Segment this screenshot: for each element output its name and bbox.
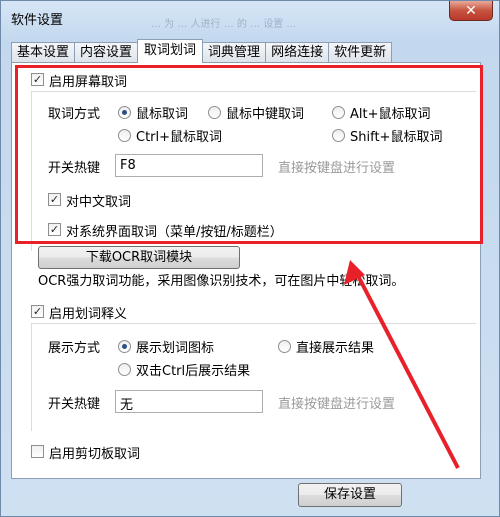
tab-dictionary[interactable]: 词典管理: [202, 42, 267, 63]
display-double-ctrl-label: 双击Ctrl后展示结果: [136, 364, 251, 379]
selection-hotkey-label: 开关热键: [48, 397, 101, 412]
capture-mode-label: 取词方式: [48, 107, 101, 122]
capture-hotkey-input[interactable]: F8: [115, 154, 263, 177]
save-settings-button[interactable]: 保存设置: [298, 483, 402, 507]
tab-panel: ✓ 启用屏幕取词 取词方式 鼠标取词 鼠标中键取词 Alt+鼠标取词 Ctrl+…: [11, 62, 481, 479]
tab-strip: 基本设置 内容设置 取词划词 词典管理 网络连接 软件更新: [11, 39, 393, 63]
ocr-description: OCR强力取词功能，采用图像识别技术，可在图片中轻松取词。: [38, 274, 405, 289]
selection-hotkey-value: 无: [120, 398, 134, 413]
selection-hotkey-input[interactable]: 无: [115, 390, 263, 413]
tab-capture[interactable]: 取词划词: [137, 39, 204, 63]
capture-hotkey-hint: 直接按键盘进行设置: [278, 161, 396, 176]
tab-update[interactable]: 软件更新: [328, 42, 393, 63]
close-icon: ✕: [465, 2, 477, 19]
settings-window: 软件设置 … 为 … 人进行 … 的 … 设置 … ✕ 基本设置 内容设置 取词…: [0, 0, 500, 517]
enable-selection-checkbox[interactable]: ✓: [31, 305, 44, 318]
tab-basic[interactable]: 基本设置: [11, 42, 76, 63]
close-button[interactable]: ✕: [449, 1, 493, 21]
mode-shift-radio[interactable]: [332, 129, 345, 142]
enable-selection-label: 启用划词释义: [49, 307, 128, 322]
selection-hotkey-hint: 直接按键盘进行设置: [278, 397, 396, 412]
tab-content[interactable]: 内容设置: [74, 42, 139, 63]
capture-hotkey-value: F8: [120, 158, 136, 173]
enable-clipboard-checkbox[interactable]: [31, 445, 44, 458]
enable-screen-capture-label: 启用屏幕取词: [49, 75, 128, 90]
display-direct-label: 直接展示结果: [296, 341, 375, 356]
tab-network[interactable]: 网络连接: [265, 42, 330, 63]
title-bar: 软件设置 … 为 … 人进行 … 的 … 设置 … ✕: [1, 1, 499, 35]
capture-hotkey-label: 开关热键: [48, 161, 101, 176]
display-double-ctrl-radio[interactable]: [118, 363, 131, 376]
mode-ctrl-radio[interactable]: [118, 129, 131, 142]
mode-ctrl-label: Ctrl+鼠标取词: [136, 130, 223, 145]
mode-alt-radio[interactable]: [332, 106, 345, 119]
mode-alt-label: Alt+鼠标取词: [350, 107, 431, 122]
mode-shift-label: Shift+鼠标取词: [350, 130, 443, 145]
window-title: 软件设置: [11, 13, 64, 28]
system-ui-capture-label: 对系统界面取词（菜单/按钮/标题栏）: [66, 225, 283, 240]
display-icon-label: 展示划词图标: [136, 341, 215, 356]
enable-screen-capture-checkbox[interactable]: ✓: [31, 73, 44, 86]
enable-clipboard-label: 启用剪切板取词: [49, 447, 141, 462]
window-faded-subtitle: … 为 … 人进行 … 的 … 设置 …: [151, 19, 297, 30]
system-ui-capture-checkbox[interactable]: ✓: [48, 223, 61, 236]
download-ocr-button[interactable]: 下载OCR取词模块: [38, 246, 240, 269]
display-icon-radio[interactable]: [118, 340, 131, 353]
mode-mouse-radio[interactable]: [118, 106, 131, 119]
mode-middle-button-radio[interactable]: [208, 106, 221, 119]
display-direct-radio[interactable]: [278, 340, 291, 353]
chinese-capture-checkbox[interactable]: ✓: [48, 193, 61, 206]
mode-middle-button-label: 鼠标中键取词: [226, 107, 305, 122]
mode-mouse-label: 鼠标取词: [136, 107, 189, 122]
display-mode-label: 展示方式: [48, 341, 101, 356]
chinese-capture-label: 对中文取词: [66, 195, 132, 210]
